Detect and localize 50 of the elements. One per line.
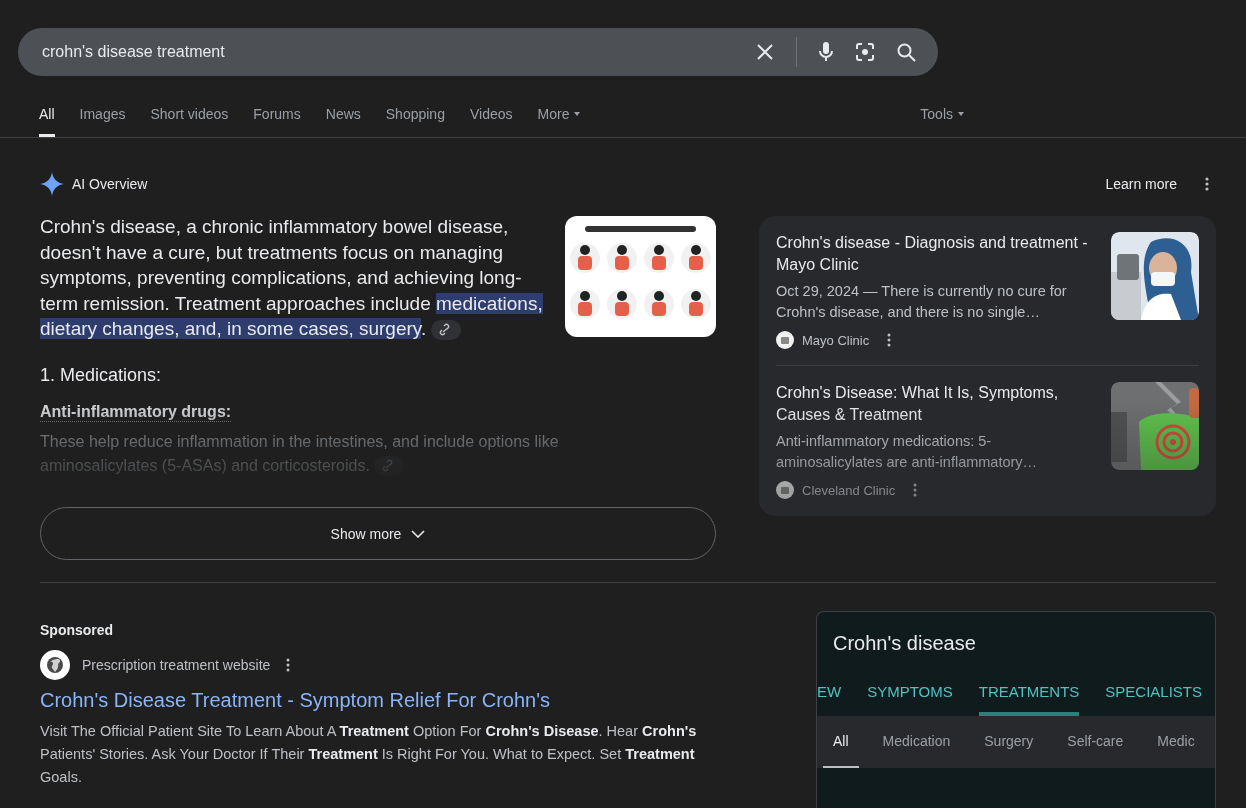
learn-more-link[interactable]: Learn more (1105, 176, 1177, 192)
search-tab[interactable]: News (325, 100, 361, 137)
microphone-icon[interactable] (819, 42, 833, 62)
site-name: Mayo Clinic (802, 332, 870, 348)
source-snippet: Oct 29, 2024 — There is currently no cure for Crohn's disease, and there is no single… (776, 282, 1068, 322)
globe-icon (40, 650, 70, 680)
more-options-icon[interactable] (286, 658, 291, 672)
search-tab[interactable]: Short videos (150, 100, 229, 137)
source-title-link[interactable]: Crohn's Disease: What It Is, Symptoms, Causes & Treatment (776, 382, 1101, 426)
close-icon[interactable] (756, 43, 774, 61)
search-bar[interactable]: crohn's disease treatment (18, 28, 938, 76)
filter-tab[interactable]: Medication (872, 716, 961, 768)
more-options-icon[interactable] (913, 483, 918, 497)
overview-paragraph: Crohn's disease, a chronic inflammatory bowel disease, doesn't have a cure, but treatments focus on managing symptoms, preventing complications, and achieving long-term remission. Treatment approaches include medications, dietary changes, and, in some cases, surgery. (40, 215, 544, 342)
ad-title-link[interactable]: Crohn's Disease Treatment - Symptom Relief For Crohn's (40, 689, 740, 712)
sparkle-icon (40, 172, 64, 196)
filter-tab[interactable]: All (823, 716, 859, 768)
more-options-icon[interactable] (887, 333, 892, 347)
ad-description: Visit The Official Patient Site To Learn About A Treatment Option For Crohn's Disease. Hear Crohn's Patients' Stories. Ask Your Doctor If Their Treatment Is Right For You. What to Expect. Set Treatment Goals. (40, 722, 698, 787)
sponsored-label: Sponsored (40, 622, 115, 638)
subheading: Anti-inflammatory drugs: (40, 402, 232, 422)
search-field[interactable]: crohn's disease treatment (40, 42, 734, 62)
section-title: AI Overview (72, 176, 148, 192)
filter-tab[interactable]: Surgery (974, 716, 1044, 768)
search-tab[interactable]: More (537, 100, 581, 137)
search-tab[interactable]: Images (79, 100, 126, 137)
more-options-icon[interactable] (1205, 177, 1209, 191)
site-logo-icon (776, 481, 794, 499)
source-title-link[interactable]: Crohn's disease - Diagnosis and treatment - Mayo Clinic (776, 232, 1101, 276)
tools-tab[interactable]: Tools (920, 100, 964, 137)
chevron-down-icon (411, 529, 426, 538)
panel-title: Crohn's disease (832, 631, 977, 655)
filter-tab[interactable]: Medic (1147, 716, 1205, 768)
show-more-button[interactable]: Show more (40, 507, 716, 560)
source-snippet: Anti-inflammatory medications: 5-aminosalicylates are anti-inflammatory… (776, 432, 1039, 472)
search-tab[interactable]: Shopping (385, 100, 445, 137)
caret-icon (958, 112, 964, 116)
link-icon[interactable] (431, 320, 462, 340)
panel-tab[interactable]: SYMPTOMS (867, 683, 953, 716)
search-tab[interactable]: Forums (253, 100, 301, 137)
search-icon[interactable] (897, 42, 916, 62)
panel-tab[interactable]: SPECIALISTS (1105, 683, 1202, 716)
filter-tab[interactable]: Self-care (1057, 716, 1134, 768)
site-name: Cleveland Clinic (802, 482, 896, 498)
search-tab[interactable]: Videos (469, 100, 513, 137)
camera-icon[interactable] (855, 42, 875, 62)
advertiser-name: Prescription treatment website (82, 657, 271, 673)
panel-tab[interactable]: EW (817, 683, 842, 716)
site-logo-icon (776, 331, 794, 349)
list-heading: 1. Medications: (40, 364, 163, 386)
